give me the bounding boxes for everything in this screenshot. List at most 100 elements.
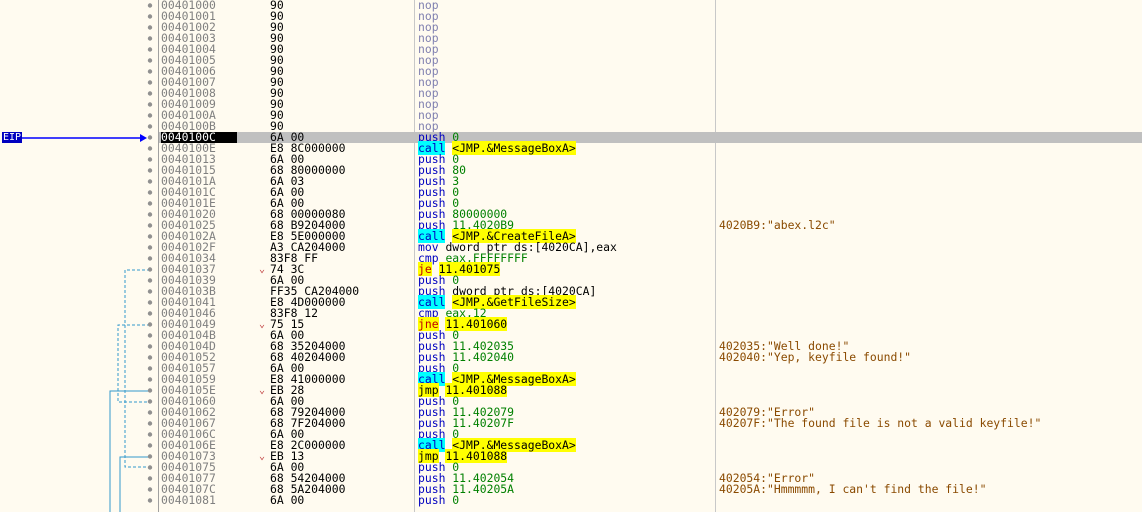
disasm-row[interactable]: 00401067 68 7F204000 push 11.40207F 40207F:…	[159, 416, 1142, 430]
disasm-row[interactable]: 0040107C 68 5A204000 push 11.40205A 40205A:…	[159, 482, 1142, 496]
mnemonic: push	[418, 493, 446, 507]
operand: 11.402040	[452, 350, 515, 364]
comment-cell: 4020B9:"abex.l2c"	[719, 218, 836, 232]
breakpoint-dot[interactable]	[147, 333, 153, 338]
breakpoint-dot[interactable]	[147, 212, 153, 217]
breakpoint-dot[interactable]	[147, 344, 153, 349]
breakpoint-dot[interactable]	[147, 421, 153, 426]
breakpoint-dot[interactable]	[147, 14, 153, 19]
jump-direction-icon: ⌄	[259, 451, 266, 462]
breakpoint-dot[interactable]	[147, 135, 153, 140]
breakpoint-dot[interactable]	[147, 355, 153, 360]
disasm-row[interactable]: 00401015 68 80000000 push 80	[159, 164, 1142, 176]
breakpoint-dot[interactable]	[147, 366, 153, 371]
disasm-row[interactable]: 00401006 90 nop	[159, 65, 1142, 77]
breakpoint-dot[interactable]	[147, 190, 153, 195]
breakpoint-dot[interactable]	[147, 157, 153, 162]
breakpoint-dot[interactable]	[147, 234, 153, 239]
operand: 0	[452, 493, 460, 507]
breakpoint-dot[interactable]	[147, 289, 153, 294]
disasm-row[interactable]: 0040101A 6A 03 push 3	[159, 175, 1142, 187]
disasm-row[interactable]: 00401052 68 40204000 push 11.402040 402040:…	[159, 350, 1142, 364]
breakpoint-dot[interactable]	[147, 80, 153, 85]
disasm-row[interactable]: 00401059 E8 41000000 call <JMP.&MessageBox…	[159, 372, 1142, 386]
disasm-row[interactable]: 0040106E E8 2C000000 call <JMP.&MessageBox…	[159, 438, 1142, 452]
jump-gutter: EIP	[0, 0, 158, 512]
disasm-row[interactable]: 0040101C 6A 00 push 0	[159, 186, 1142, 198]
disasm-row[interactable]: 00401005 90 nop	[159, 54, 1142, 66]
disasm-row[interactable]: 00401081 6A 00 push 0	[159, 493, 1142, 507]
breakpoint-dot[interactable]	[147, 322, 153, 327]
jump-line-jmp-1	[109, 390, 150, 512]
breakpoint-dot[interactable]	[147, 432, 153, 437]
breakpoint-dot[interactable]	[147, 25, 153, 30]
breakpoint-dot[interactable]	[147, 69, 153, 74]
breakpoint-dot[interactable]	[147, 487, 153, 492]
disasm-row[interactable]: 00401001 90 nop	[159, 10, 1142, 22]
breakpoint-dot[interactable]	[147, 454, 153, 459]
disasm-row[interactable]: 00401009 90 nop	[159, 98, 1142, 110]
address-cell: 00401081	[161, 493, 216, 507]
disasm-row[interactable]: 00401073 ⌄ EB 13 jmp 11.401088	[159, 449, 1142, 463]
breakpoint-dot[interactable]	[147, 124, 153, 129]
breakpoint-dot[interactable]	[147, 377, 153, 382]
breakpoint-dot[interactable]	[147, 168, 153, 173]
breakpoint-dot[interactable]	[147, 36, 153, 41]
breakpoint-dot[interactable]	[147, 443, 153, 448]
breakpoint-dot[interactable]	[147, 267, 153, 272]
eip-arrow-head	[140, 134, 147, 142]
breakpoint-dots	[147, 3, 153, 503]
disasm-row[interactable]: 00401037 ⌄ 74 3C je 11.401075	[159, 262, 1142, 276]
disasm-row[interactable]: 00401046 83F8 12 cmp eax,12	[159, 307, 1142, 319]
breakpoint-dot[interactable]	[147, 476, 153, 481]
jump-line-je	[124, 269, 150, 468]
breakpoint-dot[interactable]	[147, 498, 153, 503]
disassembly-listing[interactable]: 00401000 90 nop 00401001 90 nop 00401002 90 nop 0…	[159, 0, 1142, 506]
eip-label: EIP	[2, 132, 23, 143]
disasm-row[interactable]: 00401002 90 nop	[159, 21, 1142, 33]
disasm-row[interactable]: 00401049 ⌄ 75 15 jne 11.401060	[159, 317, 1142, 331]
breakpoint-dot[interactable]	[147, 311, 153, 316]
breakpoint-dot[interactable]	[147, 399, 153, 404]
breakpoint-dot[interactable]	[147, 146, 153, 151]
breakpoint-dot[interactable]	[147, 91, 153, 96]
disasm-row[interactable]: 0040100E E8 8C000000 call <JMP.&MessageBox…	[159, 141, 1142, 155]
breakpoint-dot[interactable]	[147, 465, 153, 470]
disasm-row[interactable]: 00401008 90 nop	[159, 87, 1142, 99]
disasm-row[interactable]: 00401003 90 nop	[159, 32, 1142, 44]
jump-arrows	[22, 3, 153, 512]
breakpoint-dot[interactable]	[147, 47, 153, 52]
breakpoint-dot[interactable]	[147, 256, 153, 261]
disasm-row[interactable]: 0040100B 90 nop	[159, 120, 1142, 132]
opcode-bytes-cell: 6A 00	[270, 493, 305, 507]
jump-line-jne	[117, 324, 150, 403]
comment-cell: 402040:"Yep, keyfile found!"	[719, 350, 912, 364]
breakpoint-dot[interactable]	[147, 223, 153, 228]
comment-cell: 40207F:"The found file is not a valid ke…	[719, 416, 1042, 430]
breakpoint-dot[interactable]	[147, 410, 153, 415]
jump-direction-icon: ⌄	[259, 264, 266, 275]
breakpoint-dot[interactable]	[147, 113, 153, 118]
breakpoint-dot[interactable]	[147, 58, 153, 63]
disasm-row[interactable]: 00401007 90 nop	[159, 76, 1142, 88]
breakpoint-dot[interactable]	[147, 3, 153, 8]
instruction-cell: push 0	[418, 493, 460, 507]
breakpoint-dot[interactable]	[147, 201, 153, 206]
disasm-row[interactable]: 0040105E ⌄ EB 28 jmp 11.401088	[159, 383, 1142, 397]
breakpoint-dot[interactable]	[147, 278, 153, 283]
comment-cell: 40205A:"Hmmmmm, I can't find the file!"	[719, 482, 987, 496]
breakpoint-dot[interactable]	[147, 102, 153, 107]
operand: 11.40207F	[452, 416, 515, 430]
breakpoint-dot[interactable]	[147, 245, 153, 250]
disasm-row[interactable]: 00401004 90 nop	[159, 43, 1142, 55]
breakpoint-dot[interactable]	[147, 300, 153, 305]
disasm-row[interactable]: 00401000 90 nop	[159, 0, 1142, 11]
disasm-row[interactable]: 00401034 83F8 FF cmp eax,FFFFFFFF	[159, 252, 1142, 264]
jump-direction-icon: ⌄	[259, 319, 266, 330]
disasm-row[interactable]: 0040100A 90 nop	[159, 109, 1142, 121]
breakpoint-dot[interactable]	[147, 179, 153, 184]
jump-direction-icon: ⌄	[259, 385, 266, 396]
operand: <JMP.&MessageBoxA>	[452, 141, 576, 155]
breakpoint-dot[interactable]	[147, 388, 153, 393]
operand: 11.40205A	[452, 482, 515, 496]
